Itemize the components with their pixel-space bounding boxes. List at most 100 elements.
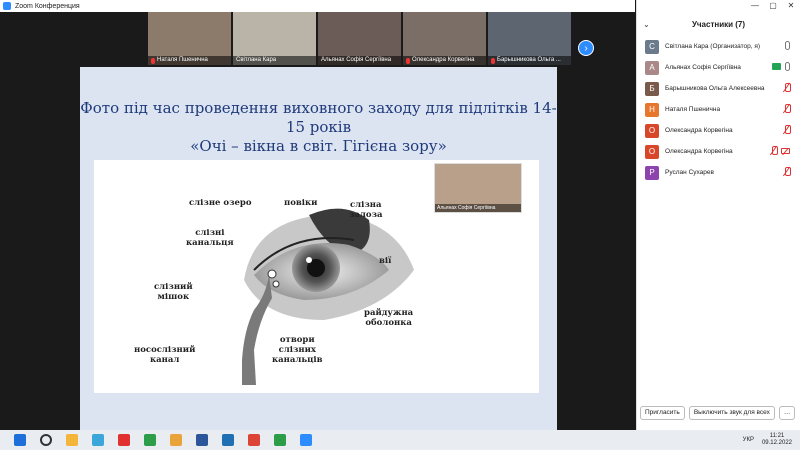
participant-status-icons — [784, 104, 791, 113]
window-title: Zoom Конференция — [15, 2, 80, 10]
slide-title: Фото під час проведення виховного заходу… — [80, 99, 557, 156]
avatar: Н — [645, 102, 659, 117]
language-indicator[interactable]: УКР — [743, 437, 754, 443]
label-lacrimal-sac: слізний мішок — [154, 282, 193, 302]
mic-muted-icon — [406, 57, 410, 64]
avatar: Б — [645, 81, 659, 96]
participant-row[interactable]: С Світлана Кара (Организатор, я) — [637, 36, 800, 57]
avatar: О — [645, 123, 659, 138]
system-tray: УКР 11:21 09.12.2022 — [743, 430, 792, 450]
label-lacrimal-gland: слізна залоза — [349, 200, 383, 220]
zoom-icon — [3, 2, 11, 10]
participant-status-icons — [784, 83, 791, 92]
video-thumbnail[interactable]: Альянах Софія Сергіївна — [318, 12, 401, 65]
chrome-2-icon[interactable] — [274, 434, 286, 446]
participant-row[interactable]: А Альянах Софія Сергіївна — [637, 57, 800, 78]
avatar: А — [645, 60, 659, 75]
zoom-icon[interactable] — [300, 434, 312, 446]
maximize-icon[interactable]: ▢ — [764, 0, 782, 12]
video-area: Наталя Пшенична Світлана Кара Альянах Софі… — [0, 12, 635, 430]
participant-name: Барышникова Ольга Алексеевна — [665, 85, 765, 92]
participant-row[interactable]: Р Руслан Сухарев — [637, 162, 800, 183]
search-icon[interactable] — [40, 434, 52, 446]
thumbnail-name: Світлана Кара — [233, 56, 316, 65]
participant-name: Альянах Софія Сергіївна — [665, 64, 741, 71]
panel-title: Участники (7) — [691, 19, 746, 29]
video-thumbnail[interactable]: Наталя Пшенична — [148, 12, 231, 65]
thumbnail-name: Альянах Софія Сергіївна — [318, 56, 401, 65]
thumbnail-name: Олександра Корвегіна — [403, 56, 486, 65]
chrome-icon[interactable] — [144, 434, 156, 446]
window-titlebar: Zoom Конференция — [0, 0, 635, 12]
camera-off-icon[interactable] — [781, 148, 790, 154]
self-view-name: Альянах Софія Сергіївна — [435, 204, 521, 212]
invite-button[interactable]: Пригласить — [640, 406, 685, 420]
participant-row[interactable]: О Олександра Корвегіна — [637, 120, 800, 141]
participant-status-icons — [784, 167, 791, 176]
slide-title-line1: Фото під час проведення виховного заходу… — [80, 99, 557, 136]
slide-title-line2: «Очі – вікна в світ. Гігієна зору» — [190, 137, 447, 155]
files-icon[interactable] — [170, 434, 182, 446]
mic-muted-icon[interactable] — [784, 167, 791, 176]
participant-name: Світлана Кара (Организатор, я) — [665, 43, 761, 50]
participant-status-icons — [784, 125, 791, 134]
clock-time: 11:21 — [769, 433, 785, 439]
explorer-icon[interactable] — [66, 434, 78, 446]
participant-row[interactable]: О Олександра Корвегіна — [637, 141, 800, 162]
participant-status-icons — [771, 146, 790, 155]
thumbnail-name: Наталя Пшенична — [148, 56, 231, 65]
label-lacrimal-lake: слізне озеро — [189, 198, 252, 208]
screen-share-icon — [772, 63, 781, 70]
chrome-profile-icon[interactable] — [248, 434, 260, 446]
participant-row[interactable]: Б Барышникова Ольга Алексеевна — [637, 78, 800, 99]
participant-row[interactable]: Н Наталя Пшенична — [637, 99, 800, 120]
floating-self-view[interactable]: Альянах Софія Сергіївна — [434, 163, 522, 213]
defender-icon[interactable] — [222, 434, 234, 446]
participant-name: Руслан Сухарев — [665, 169, 714, 176]
mic-on-icon[interactable] — [785, 62, 790, 71]
participant-list: С Світлана Кара (Организатор, я) А Альянах … — [637, 36, 800, 183]
minimize-icon[interactable]: — — [746, 0, 764, 12]
avatar: Р — [645, 165, 659, 180]
close-icon[interactable]: ✕ — [782, 0, 800, 12]
mic-muted-icon[interactable] — [784, 104, 791, 113]
participant-name: Наталя Пшенична — [665, 106, 721, 113]
participant-name: Олександра Корвегіна — [665, 127, 733, 134]
panel-header: ⌄ Участники (7) — [637, 16, 800, 32]
opera-icon[interactable] — [118, 434, 130, 446]
window-controls: — ▢ ✕ — [746, 0, 800, 12]
label-canaliculi-openings: отвори слізних канальців — [272, 335, 323, 365]
more-button[interactable]: … — [778, 406, 796, 420]
avatar: С — [645, 39, 659, 54]
panel-footer: Пригласить Выключить звук для всех … — [637, 406, 800, 422]
word-icon[interactable] — [196, 434, 208, 446]
video-thumbnail[interactable]: Барышникова Ольга ... — [488, 12, 571, 65]
video-thumbnail[interactable]: Олександра Корвегіна — [403, 12, 486, 65]
mic-on-icon[interactable] — [785, 41, 790, 50]
next-page-arrow-icon[interactable]: › — [578, 40, 594, 56]
mic-muted-icon — [151, 57, 155, 64]
clock-date: 09.12.2022 — [761, 440, 792, 446]
participant-status-icons — [772, 62, 790, 71]
mic-muted-icon — [491, 57, 495, 64]
label-lacrimal-canaliculi: слізні канальця — [186, 228, 234, 248]
taskbar: УКР 11:21 09.12.2022 — [0, 430, 800, 450]
video-thumbnail[interactable]: Світлана Кара — [233, 12, 316, 65]
participants-panel: — ▢ ✕ ⌄ Участники (7) С Світлана Кара (Ор… — [636, 0, 800, 430]
label-eyelids: повіки — [284, 198, 318, 208]
clock[interactable]: 11:21 09.12.2022 — [762, 433, 792, 447]
windows-start-icon[interactable] — [14, 434, 26, 446]
mic-muted-icon[interactable] — [784, 83, 791, 92]
mic-muted-icon[interactable] — [771, 146, 778, 155]
shared-slide: Фото під час проведення виховного заходу… — [80, 67, 557, 430]
thumbnail-name: Барышникова Ольга ... — [488, 56, 571, 65]
mic-muted-icon[interactable] — [784, 125, 791, 134]
taskbar-icons — [0, 434, 312, 446]
avatar: О — [645, 144, 659, 159]
label-iris: райдужна оболонка — [364, 308, 414, 328]
paint-icon[interactable] — [92, 434, 104, 446]
participant-status-icons — [785, 41, 790, 50]
mute-all-button[interactable]: Выключить звук для всех — [688, 406, 775, 420]
thumbnail-strip: Наталя Пшенична Світлана Кара Альянах Софі… — [148, 12, 571, 67]
label-eyelashes: вії — [379, 256, 392, 266]
